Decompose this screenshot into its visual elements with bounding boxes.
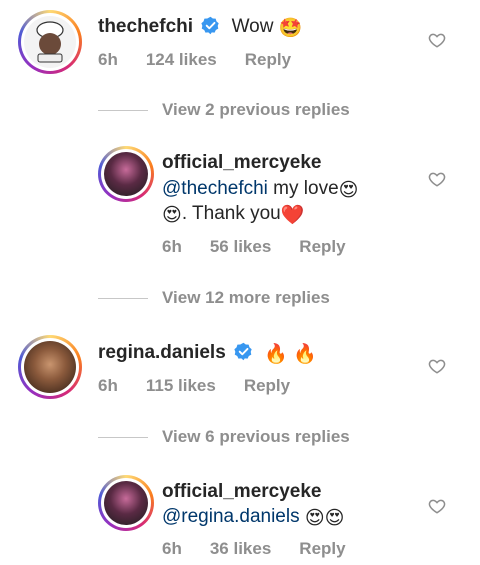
timestamp: 6h — [162, 539, 182, 558]
emoji: 😍 — [162, 205, 182, 226]
mention-link[interactable]: @regina.daniels — [162, 506, 300, 527]
heart-outline-icon[interactable] — [428, 31, 446, 49]
verified-badge-icon — [201, 16, 219, 35]
comment-body: Wow — [231, 16, 274, 37]
divider — [98, 298, 148, 300]
comment-text-line3: 😍. Thank you❤️ — [162, 201, 304, 228]
timestamp: 6h — [98, 376, 118, 395]
comment-text: official_mercyeke — [162, 479, 322, 504]
likes-count[interactable]: 115 likes — [146, 376, 216, 395]
avatar[interactable] — [98, 475, 154, 531]
divider — [98, 437, 148, 439]
avatar[interactable] — [18, 10, 82, 74]
comment-meta: 6h 115 likes Reply — [98, 376, 318, 396]
fire-emoji: 🔥 🔥 — [264, 344, 317, 365]
timestamp: 6h — [98, 50, 118, 69]
likes-count[interactable]: 124 likes — [146, 50, 217, 69]
reply-button[interactable]: Reply — [299, 237, 345, 256]
emoji: 😍 — [338, 180, 359, 201]
verified-badge-icon — [234, 342, 252, 361]
reply-button[interactable]: Reply — [245, 50, 291, 69]
comment-text: regina.daniels 🔥 🔥 — [98, 340, 317, 367]
comment-body: my love — [267, 178, 339, 199]
avatar[interactable] — [18, 335, 82, 399]
comment-body: . Thank you — [181, 203, 281, 224]
reply-button[interactable]: Reply — [244, 376, 290, 395]
view-replies-label: View 12 more replies — [162, 288, 330, 307]
likes-count[interactable]: 36 likes — [210, 539, 271, 558]
likes-count[interactable]: 56 likes — [210, 237, 271, 256]
mention-link[interactable]: @thechefchi — [162, 178, 268, 199]
comment-text-line2: @regina.daniels 😍😍 — [162, 504, 345, 531]
emoji: 😍😍 — [304, 508, 345, 529]
username[interactable]: official_mercyeke — [162, 481, 322, 502]
comment-text: thechefchi Wow 🤩 — [98, 14, 302, 41]
view-previous-replies[interactable]: View 2 previous replies — [98, 100, 350, 120]
comment-text: official_mercyeke — [162, 150, 322, 175]
heart-outline-icon[interactable] — [428, 497, 446, 515]
heart-outline-icon[interactable] — [428, 357, 446, 375]
comment-meta: 6h 124 likes Reply — [98, 50, 319, 70]
comment-meta: 6h 56 likes Reply — [162, 237, 374, 257]
view-replies-label: View 6 previous replies — [162, 427, 350, 446]
heart-outline-icon[interactable] — [428, 170, 446, 188]
view-more-replies[interactable]: View 12 more replies — [98, 288, 330, 308]
divider — [98, 110, 148, 112]
heart-emoji: ❤️ — [280, 205, 305, 226]
comment-meta: 6h 36 likes Reply — [162, 539, 374, 559]
reply-button[interactable]: Reply — [299, 539, 345, 558]
username[interactable]: official_mercyeke — [162, 152, 322, 173]
username[interactable]: regina.daniels — [98, 342, 226, 363]
avatar[interactable] — [98, 146, 154, 202]
view-replies-label: View 2 previous replies — [162, 100, 350, 119]
username[interactable]: thechefchi — [98, 16, 193, 37]
comment-text-line2: @thechefchi my love😍 — [162, 176, 358, 203]
timestamp: 6h — [162, 237, 182, 256]
emoji: 🤩 — [278, 18, 303, 39]
view-previous-replies[interactable]: View 6 previous replies — [98, 427, 350, 447]
